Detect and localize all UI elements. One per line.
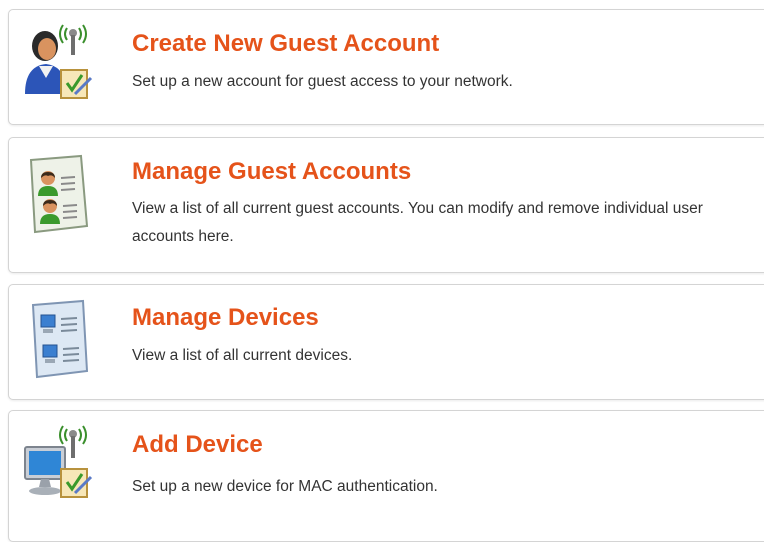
guest-accounts-list-icon	[21, 154, 93, 234]
computer-wireless-icon	[21, 421, 93, 501]
card-title[interactable]: Manage Devices	[132, 304, 319, 332]
devices-list-icon	[21, 299, 93, 379]
card-title[interactable]: Add Device	[132, 431, 263, 459]
card-title[interactable]: Create New Guest Account	[132, 30, 439, 58]
manage-devices-card[interactable]: Manage Devices View a list of all curren…	[8, 284, 764, 400]
manage-guest-accounts-card[interactable]: Manage Guest Accounts View a list of all…	[8, 137, 764, 273]
card-description: Set up a new account for guest access to…	[132, 73, 513, 90]
card-title[interactable]: Manage Guest Accounts	[132, 158, 411, 186]
card-description: View a list of all current guest account…	[132, 200, 703, 245]
create-guest-account-card[interactable]: Create New Guest Account Set up a new ac…	[8, 9, 764, 125]
guest-user-wireless-icon	[21, 20, 93, 100]
card-description: Set up a new device for MAC authenticati…	[132, 478, 438, 495]
add-device-card[interactable]: Add Device Set up a new device for MAC a…	[8, 410, 764, 542]
card-description: View a list of all current devices.	[132, 347, 353, 364]
